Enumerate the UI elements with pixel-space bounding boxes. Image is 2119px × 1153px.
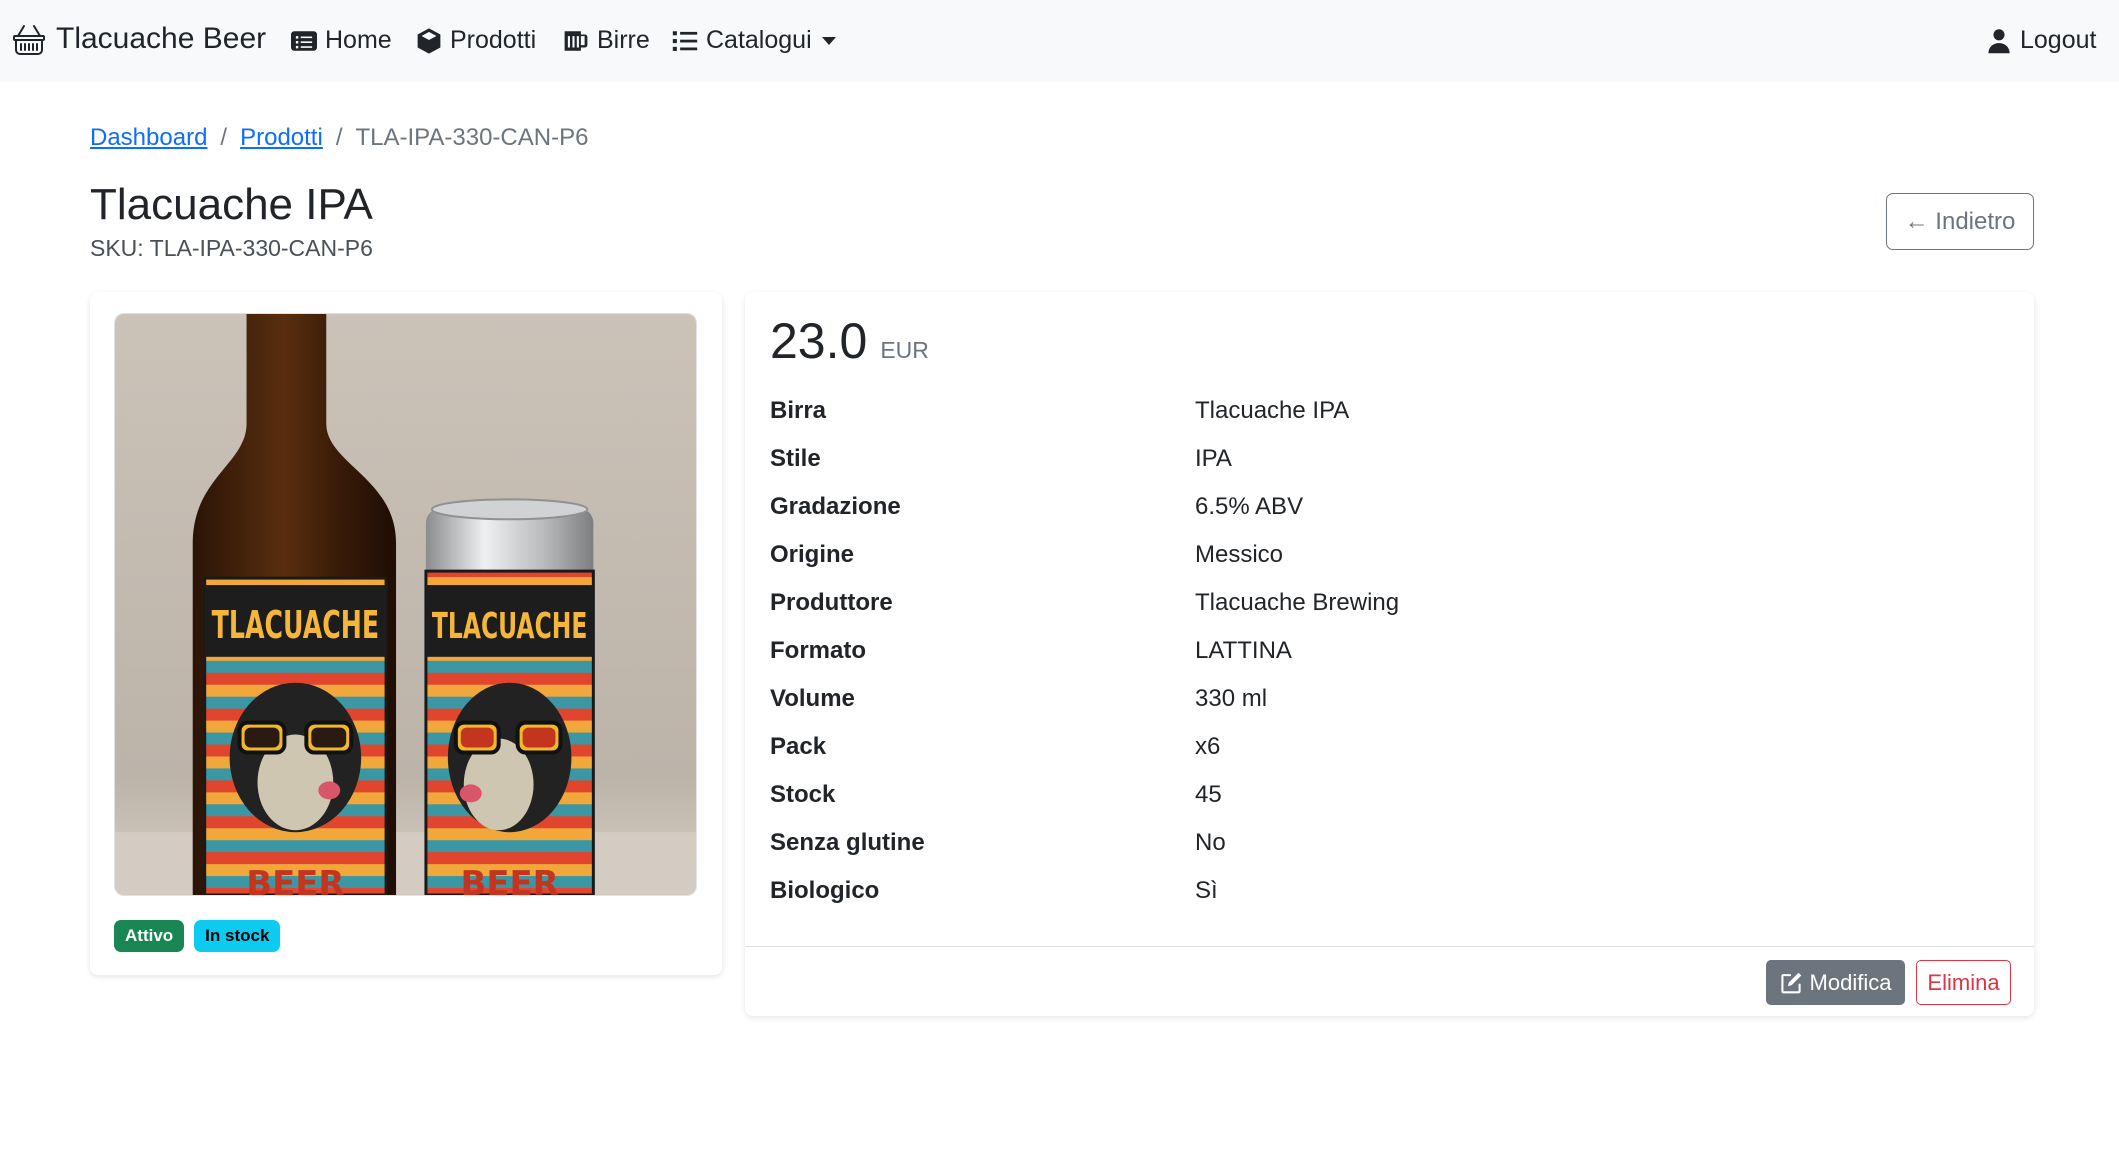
spec-label: Stock <box>770 781 836 808</box>
bottle-label-text: TLACUACHE <box>212 603 379 647</box>
spec-value: 45 <box>1195 781 1222 808</box>
breadcrumb-prodotti[interactable]: Prodotti <box>240 124 323 152</box>
nav-prodotti[interactable]: Prodotti <box>416 26 536 55</box>
breadcrumb: Dashboard / Prodotti / TLA-IPA-330-CAN-P… <box>90 124 588 152</box>
brand-link[interactable]: Tlacuache Beer <box>12 22 266 56</box>
nav-birre-label: Birre <box>597 26 650 54</box>
spec-label: Stile <box>770 445 821 472</box>
nav-catalogui-dropdown[interactable]: Catalogui <box>672 26 836 55</box>
spec-row: Produttore Tlacuache Brewing <box>770 579 2010 627</box>
spec-row: Gradazione 6.5% ABV <box>770 483 2010 531</box>
spec-row: Biologico Sì <box>770 867 2010 915</box>
spec-row: Pack x6 <box>770 723 2010 771</box>
status-badges: Attivo In stock <box>114 920 281 952</box>
spec-label: Pack <box>770 733 827 760</box>
spec-row: Volume 330 ml <box>770 675 2010 723</box>
chevron-down-icon <box>821 36 836 45</box>
spec-row: Senza glutine No <box>770 819 2010 867</box>
spec-label: Volume <box>770 685 855 712</box>
edit-button-label: Modifica <box>1809 969 1892 995</box>
spec-value: Tlacuache Brewing <box>1195 589 1400 616</box>
bottle-label-beer-text: BEER <box>246 864 344 895</box>
product-details-card: 23.0 EUR Birra Tlacuache IPA Stile IPA G… <box>745 292 2034 1016</box>
nav-prodotti-label: Prodotti <box>450 26 537 54</box>
spec-row: Origine Messico <box>770 531 2010 579</box>
pencil-square-icon <box>1780 972 1801 993</box>
spec-value: Sì <box>1195 877 1218 904</box>
can-label-beer-text: BEER <box>461 864 559 895</box>
spec-value: x6 <box>1195 733 1221 760</box>
spec-value: 330 ml <box>1195 685 1268 712</box>
brand-name: Tlacuache Beer <box>56 22 267 55</box>
spec-value: IPA <box>1195 445 1232 472</box>
spec-label: Formato <box>770 637 866 664</box>
spec-label: Origine <box>770 541 855 568</box>
nav-home-label: Home <box>325 26 392 54</box>
spec-row: Birra Tlacuache IPA <box>770 387 2010 435</box>
edit-button[interactable]: Modifica <box>1766 960 1905 1005</box>
spec-value: No <box>1195 829 1226 856</box>
spec-value: Messico <box>1195 541 1284 568</box>
box-icon <box>417 27 441 54</box>
spec-label: Biologico <box>770 877 880 904</box>
price-block: 23.0 EUR <box>770 312 929 370</box>
spec-list: Birra Tlacuache IPA Stile IPA Gradazione… <box>770 387 2010 915</box>
top-navbar: Tlacuache Beer Home Prodotti Birre Catal… <box>0 0 2119 82</box>
page-title: Tlacuache IPA <box>90 180 373 229</box>
product-sku: SKU: TLA-IPA-330-CAN-P6 <box>90 235 373 261</box>
spec-row: Stock 45 <box>770 771 2010 819</box>
spec-label: Produttore <box>770 589 893 616</box>
product-photo: TLACUACHE BEER TLACUACHE BEER <box>114 313 697 896</box>
person-icon <box>1988 28 2010 53</box>
status-badge-active: Attivo <box>114 920 185 952</box>
beer-mug-icon <box>564 30 588 51</box>
price-value: 23.0 <box>770 313 868 369</box>
spec-label: Senza glutine <box>770 829 925 856</box>
logout-link[interactable]: Logout <box>1986 26 2096 55</box>
spec-row: Formato LATTINA <box>770 627 2010 675</box>
nav-catalogui-label: Catalogui <box>706 26 812 54</box>
status-badge-stock: In stock <box>194 920 281 952</box>
spec-value: 6.5% ABV <box>1195 493 1304 520</box>
product-image-card: TLACUACHE BEER TLACUACHE BEER Attivo In … <box>90 292 722 975</box>
breadcrumb-separator: / <box>220 124 228 151</box>
spec-value: Tlacuache IPA <box>1195 397 1350 424</box>
spec-row: Stile IPA <box>770 435 2010 483</box>
card-list-icon <box>291 30 317 51</box>
delete-button[interactable]: Elimina <box>1916 960 2011 1005</box>
can-label-text: TLACUACHE <box>432 606 587 647</box>
list-icon <box>672 30 698 51</box>
breadcrumb-dashboard[interactable]: Dashboard <box>90 124 207 152</box>
spec-label: Birra <box>770 397 827 424</box>
nav-home[interactable]: Home <box>291 26 392 55</box>
card-footer: Modifica Elimina <box>745 946 2034 1016</box>
breadcrumb-current: TLA-IPA-330-CAN-P6 <box>355 124 589 151</box>
logout-label: Logout <box>2020 26 2097 54</box>
basket-icon <box>13 24 45 55</box>
price-currency: EUR <box>880 337 929 363</box>
nav-birre[interactable]: Birre <box>563 26 650 55</box>
breadcrumb-separator: / <box>335 124 343 151</box>
back-button[interactable]: ← Indietro <box>1886 193 2034 250</box>
spec-label: Gradazione <box>770 493 901 520</box>
spec-value: LATTINA <box>1195 637 1292 664</box>
